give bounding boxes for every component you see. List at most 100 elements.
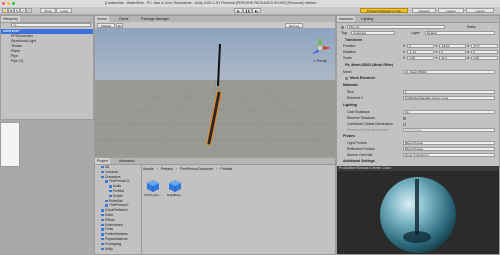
step-button[interactable]: ▶| bbox=[252, 8, 261, 13]
close-window-icon[interactable] bbox=[2, 2, 5, 5]
folder-icon bbox=[101, 233, 104, 236]
anchor-override-field[interactable]: None (Transform) bbox=[403, 153, 495, 157]
pause-button[interactable]: ❚❚ bbox=[243, 8, 252, 13]
rect-tool-button[interactable]: ▭ bbox=[26, 8, 32, 13]
receive-shadows-checkbox[interactable] bbox=[403, 117, 406, 120]
window-title: [] waterslide - WaterSlide - PC, Mac & L… bbox=[105, 1, 318, 5]
position-z-axis-label: Z bbox=[467, 44, 470, 48]
mesh-renderer-header[interactable]: Mesh Renderer bbox=[350, 76, 375, 81]
light-probes-dropdown[interactable]: Blend Probes bbox=[403, 141, 495, 145]
prefab-icon[interactable] bbox=[169, 180, 181, 192]
scale-y-field[interactable]: 44.3 bbox=[439, 56, 466, 60]
console-window[interactable] bbox=[0, 122, 20, 167]
scene-panel: Scene Game Package Manager Shaded 2D Gizmo… bbox=[94, 15, 336, 157]
static-label: Static bbox=[467, 25, 476, 29]
folder-icon bbox=[105, 199, 108, 202]
materials-header[interactable]: Materials bbox=[343, 83, 358, 88]
folder-label: Cameras bbox=[105, 169, 118, 174]
additional-settings-header[interactable]: Additional Settings bbox=[343, 159, 375, 164]
preview-packages-badge[interactable]: Preview Packages in Use bbox=[360, 8, 408, 13]
project-asset-grid: FPSContro... RigidBody... bbox=[143, 176, 333, 246]
folder-label: Utility bbox=[105, 246, 113, 251]
scene-viewport[interactable]: < Persp bbox=[95, 28, 335, 156]
folder-icon bbox=[101, 209, 104, 212]
position-y-axis-label: Y bbox=[435, 44, 438, 48]
inspector-panel: Inspector Lighting Pipe (1) Static Tag Un… bbox=[336, 15, 500, 255]
position-label: Position bbox=[343, 44, 356, 48]
tag-label: Tag bbox=[341, 31, 347, 35]
account-dropdown[interactable]: Account bbox=[412, 8, 436, 13]
folder-icon bbox=[109, 194, 112, 198]
contribute-gi-label: Contribute Global Illumination bbox=[347, 122, 393, 126]
folder-icon bbox=[101, 228, 104, 231]
project-panel: Project Animation Assets › Prefabs › FirstPer… bbox=[94, 157, 336, 255]
position-x-field[interactable]: 0 bbox=[407, 44, 434, 48]
reflection-probes-dropdown[interactable]: Blend Probes bbox=[403, 147, 495, 151]
folder-icon bbox=[101, 213, 104, 217]
object-active-checkbox[interactable] bbox=[341, 26, 344, 29]
material-preview: ProBuilder/Standard Vertex Color bbox=[337, 166, 499, 254]
scale-x-field[interactable]: 3.38 bbox=[407, 56, 434, 60]
material-preview-sphere[interactable] bbox=[337, 171, 499, 254]
mesh-field[interactable]: pb_Mesh-55202 bbox=[403, 70, 495, 74]
receive-gi-dropdown[interactable]: Light Probes bbox=[403, 128, 495, 132]
layer-label: Layer bbox=[411, 31, 420, 35]
scale-y-axis-label: Y bbox=[435, 56, 438, 60]
tab-project[interactable]: Project bbox=[95, 158, 110, 164]
layers-dropdown[interactable]: Layers bbox=[438, 8, 464, 13]
breadcrumb-item[interactable]: Prefabs bbox=[161, 167, 173, 171]
folder-label: Fonts bbox=[105, 227, 113, 232]
persp-label[interactable]: < Persp bbox=[313, 58, 328, 63]
transform-header[interactable]: Transform bbox=[345, 38, 362, 43]
rotation-z-field[interactable]: 0 bbox=[471, 50, 498, 54]
folder-icon bbox=[105, 180, 108, 183]
folder-label: Effects bbox=[105, 217, 115, 222]
hierarchy-item[interactable]: Pipe (1) bbox=[1, 59, 93, 64]
folder-icon bbox=[101, 170, 104, 174]
tab-lighting[interactable]: Lighting bbox=[359, 16, 375, 22]
lighting-header[interactable]: Lighting bbox=[343, 103, 357, 108]
prefab-label[interactable]: RigidBody... bbox=[165, 193, 185, 197]
rotation-z-axis-label: Z bbox=[467, 50, 470, 54]
play-button[interactable]: ▶ bbox=[234, 8, 243, 13]
scale-z-axis-label: Z bbox=[467, 56, 470, 60]
tab-animation[interactable]: Animation bbox=[117, 158, 137, 164]
breadcrumb-item[interactable]: Prefabs bbox=[220, 167, 232, 171]
pivot-toggle[interactable]: Pivot bbox=[40, 8, 56, 13]
mesh-renderer-enabled-checkbox[interactable] bbox=[345, 77, 348, 80]
folder-icon bbox=[101, 247, 104, 250]
probes-header[interactable]: Probes bbox=[343, 134, 355, 139]
folder-label: RollerBall bbox=[109, 198, 123, 203]
minimize-window-icon[interactable] bbox=[7, 2, 10, 5]
breadcrumb-item[interactable]: FirstPersonCharacter bbox=[180, 167, 213, 171]
layout-dropdown[interactable]: Layout bbox=[466, 8, 494, 13]
main-toolbar: ✋ ✥ ↻ ⤢ ▭ Pivot Local ▶ ❚❚ ▶| Preview Pa… bbox=[0, 7, 500, 15]
reflection-probes-label: Reflection Probes bbox=[347, 147, 375, 151]
zoom-window-icon[interactable] bbox=[12, 2, 15, 5]
position-x-axis-label: X bbox=[403, 44, 406, 48]
prefab-icon[interactable] bbox=[147, 180, 159, 192]
layer-dropdown[interactable]: Default bbox=[425, 31, 495, 35]
folder-icon bbox=[109, 189, 112, 193]
element-0-field[interactable]: ProBuilderStandard Vertex Color bbox=[403, 96, 495, 100]
contribute-gi-checkbox[interactable] bbox=[403, 123, 406, 126]
position-z-field[interactable]: -8.77 bbox=[471, 44, 498, 48]
scale-z-field[interactable]: 3.38 bbox=[471, 56, 498, 60]
breadcrumb-item[interactable]: Assets bbox=[143, 167, 154, 171]
local-toggle[interactable]: Local bbox=[56, 8, 72, 13]
object-name-field[interactable]: Pipe (1) bbox=[347, 25, 445, 29]
folder-icon bbox=[105, 204, 108, 207]
rotation-y-field[interactable]: 0 bbox=[439, 50, 466, 54]
tag-dropdown[interactable]: Untagged bbox=[351, 31, 395, 35]
tab-inspector[interactable]: Inspector bbox=[337, 16, 356, 22]
prefab-label[interactable]: FPSContro... bbox=[143, 193, 163, 197]
position-y-field[interactable]: -18.62 bbox=[439, 44, 466, 48]
rotation-x-field[interactable]: -1.44 bbox=[407, 50, 434, 54]
anchor-override-label: Anchor Override bbox=[347, 153, 373, 157]
folder-item[interactable]: Utility bbox=[95, 247, 141, 252]
hierarchy-search-input[interactable]: All bbox=[11, 23, 91, 27]
mesh-filter-header[interactable]: Pb_Mesh-55202 (Mesh Filter) bbox=[345, 63, 393, 68]
tab-hierarchy[interactable]: Hierarchy bbox=[1, 16, 20, 22]
materials-size-field[interactable]: 1 bbox=[403, 90, 495, 94]
cast-shadows-dropdown[interactable]: On bbox=[403, 110, 495, 114]
